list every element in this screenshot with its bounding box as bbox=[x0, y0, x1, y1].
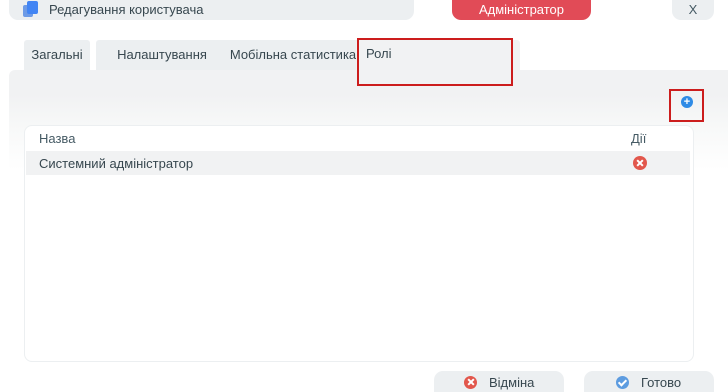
cancel-button-label: Відміна bbox=[489, 374, 535, 390]
user-role-badge: Адміністратор bbox=[452, 0, 591, 20]
table-row[interactable]: Системний адміністратор bbox=[26, 151, 690, 175]
edit-user-dialog: Редагування користувача Адміністратор X … bbox=[0, 0, 728, 392]
table-header: Назва Дії bbox=[25, 126, 693, 150]
roles-table: Назва Дії Системний адміністратор bbox=[24, 125, 694, 362]
tab-roles-highlight bbox=[357, 38, 513, 86]
cancel-button[interactable]: Відміна bbox=[434, 371, 564, 392]
add-role-highlight bbox=[669, 89, 704, 122]
column-header-actions: Дії bbox=[631, 131, 647, 146]
column-header-name: Назва bbox=[39, 131, 76, 146]
document-icon bbox=[23, 1, 39, 17]
close-button[interactable]: X bbox=[672, 0, 714, 20]
role-name: Системний адміністратор bbox=[39, 156, 194, 171]
done-button[interactable]: Готово bbox=[584, 371, 714, 392]
check-circle-icon bbox=[616, 375, 629, 389]
delete-role-icon[interactable] bbox=[633, 156, 647, 170]
tab-general[interactable]: Загальні bbox=[24, 40, 90, 70]
dialog-title: Редагування користувача bbox=[49, 1, 204, 17]
tab-mobile-statistics[interactable]: Мобільна статистика bbox=[208, 40, 378, 70]
dialog-title-bar: Редагування користувача bbox=[9, 0, 414, 20]
done-button-label: Готово bbox=[641, 374, 682, 390]
close-circle-icon bbox=[464, 375, 477, 389]
